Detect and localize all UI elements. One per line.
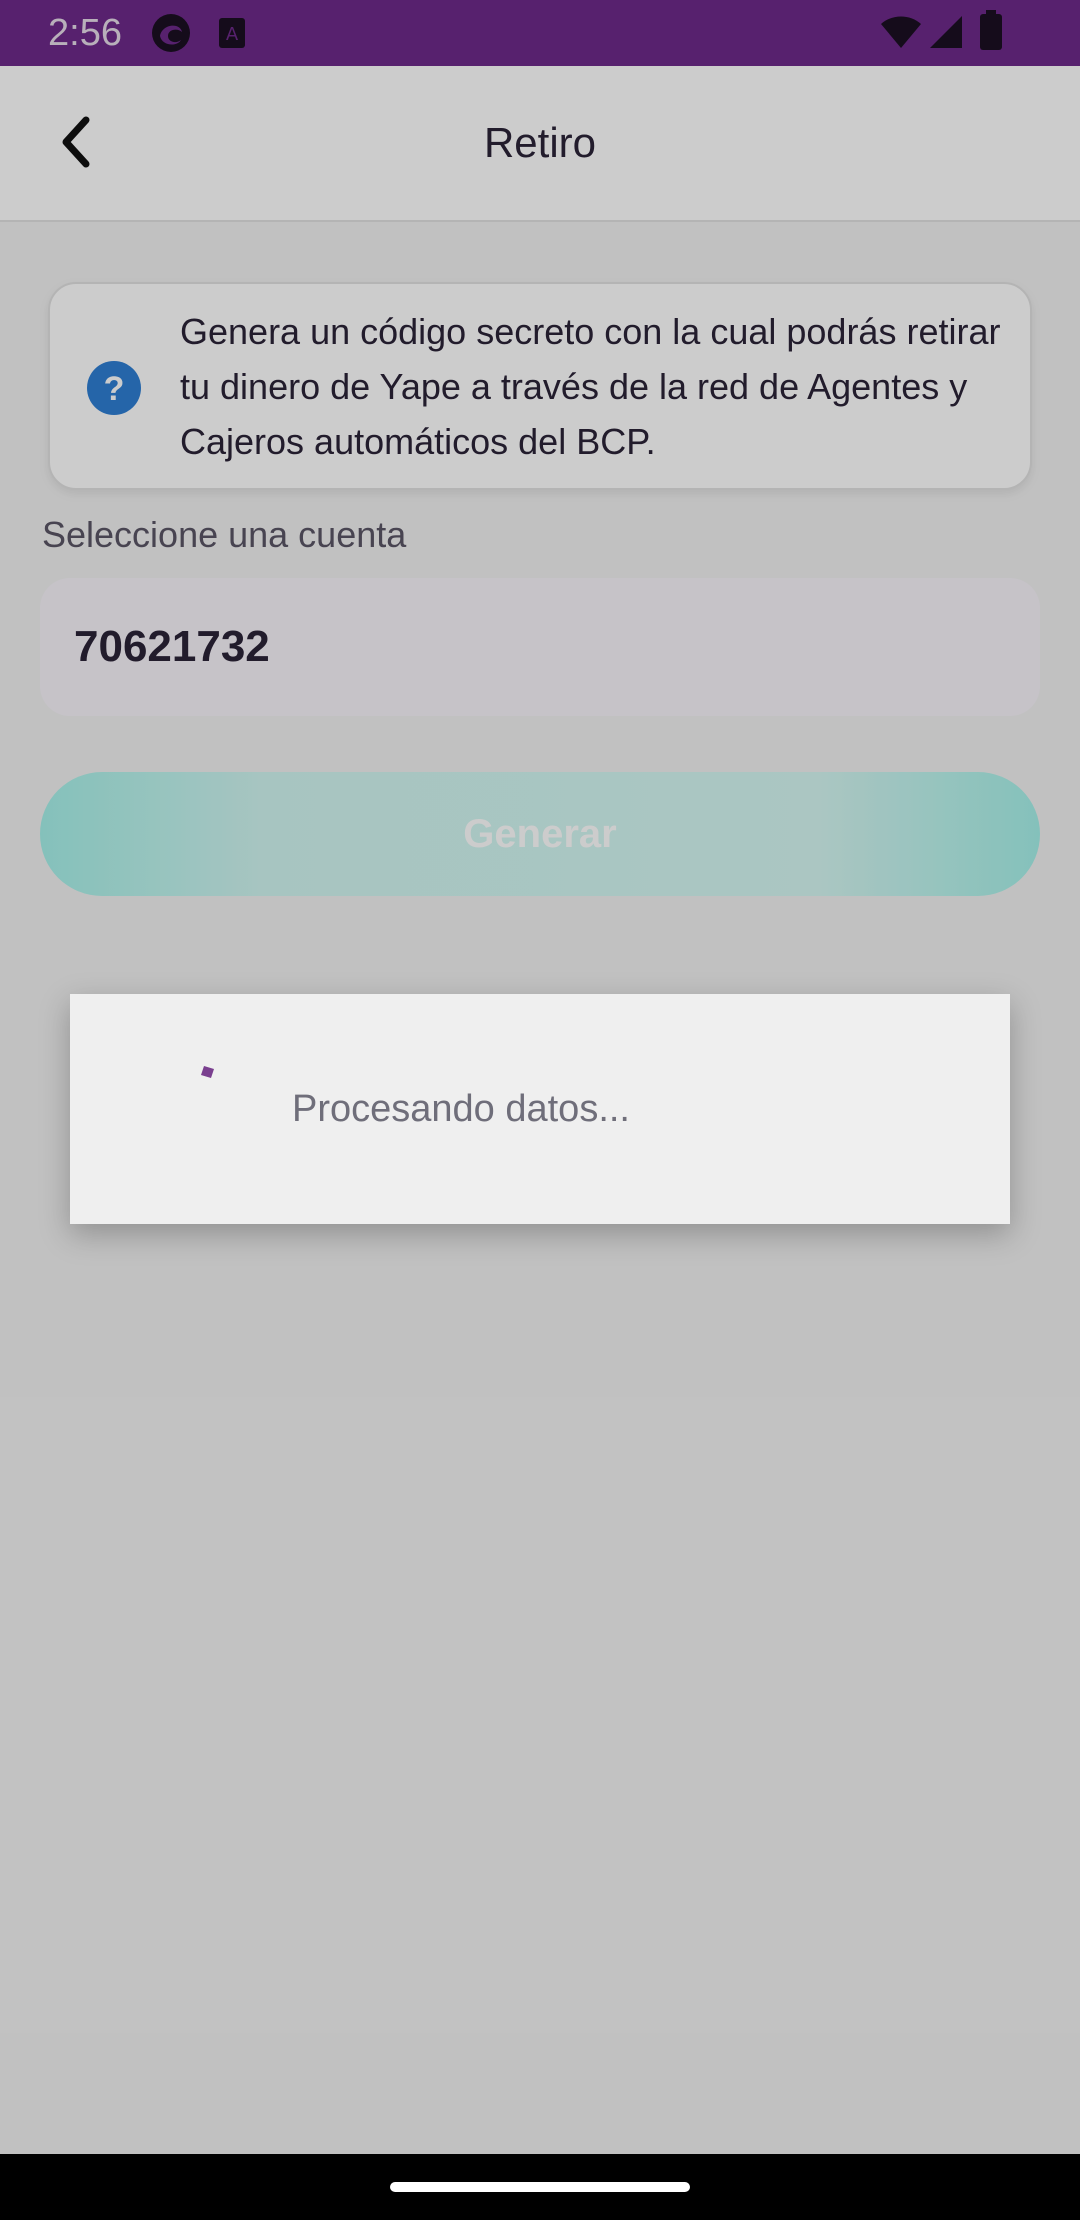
navigation-bar [0,2154,1080,2220]
loading-dialog: Procesando datos... [70,994,1010,1224]
loading-spinner-icon [201,1066,214,1078]
home-indicator[interactable] [390,2182,690,2192]
loading-text: Procesando datos... [292,1088,630,1130]
